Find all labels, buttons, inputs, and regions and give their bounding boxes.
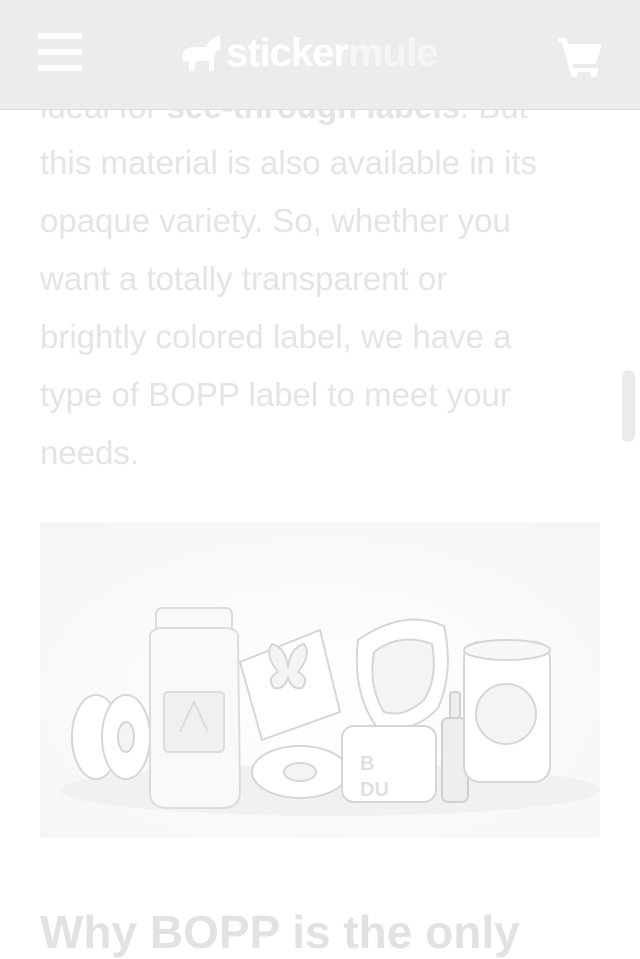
shopping-cart-icon[interactable] bbox=[556, 34, 604, 78]
site-header: sticker mule bbox=[0, 0, 640, 110]
paragraph-line: needs. bbox=[40, 434, 140, 471]
sticker-mule-logo[interactable]: sticker mule bbox=[180, 30, 438, 76]
svg-text:B: B bbox=[360, 753, 374, 775]
mule-icon bbox=[182, 35, 221, 71]
logo-text-mule: mule bbox=[347, 30, 438, 75]
svg-text:DU: DU bbox=[360, 779, 389, 801]
label-roll-shield bbox=[355, 618, 449, 730]
label-roll-bdu: B DU bbox=[341, 725, 437, 803]
logo-text-sticker: sticker bbox=[226, 30, 349, 75]
paragraph-line: this material is also available in its bbox=[40, 144, 538, 181]
page: ideal for see-through labels. But this m… bbox=[0, 0, 640, 959]
label-roll-apple bbox=[463, 639, 551, 783]
hamburger-menu-icon[interactable] bbox=[38, 33, 82, 71]
vertical-scrollbar[interactable] bbox=[622, 370, 635, 442]
bopp-labels-product-photo: B DU bbox=[40, 522, 600, 838]
section-heading: Why BOPP is the only bbox=[40, 906, 520, 958]
paragraph-line: brightly colored label, we have a bbox=[40, 318, 512, 355]
paragraph-line: opaque variety. So, whether you bbox=[40, 202, 511, 239]
label-roll-small bbox=[71, 694, 151, 780]
paragraph-line: want a totally transparent or bbox=[40, 260, 448, 297]
product-photo-illustration: B DU bbox=[40, 522, 600, 838]
article-paragraph: this material is also available in its o… bbox=[40, 134, 610, 482]
paragraph-line: type of BOPP label to meet your bbox=[40, 376, 511, 413]
mason-jar bbox=[148, 607, 242, 809]
